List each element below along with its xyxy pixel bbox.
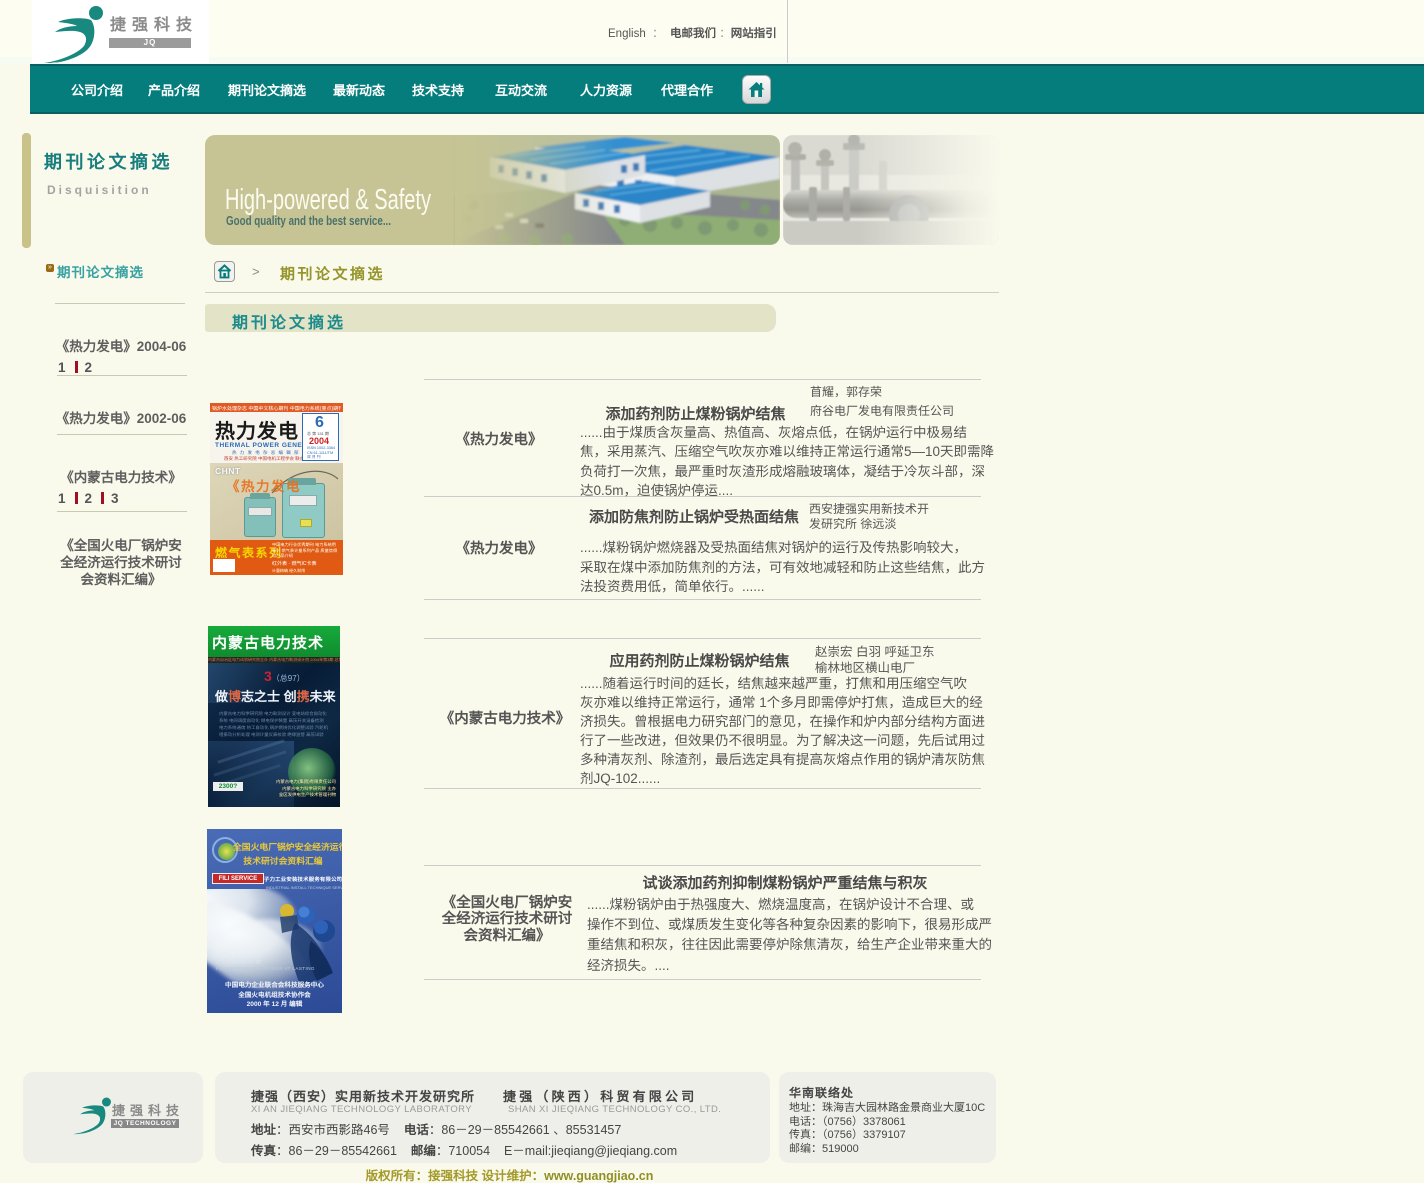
svg-text:Good quality and the best serv: Good quality and the best service... xyxy=(226,214,391,228)
svg-text:High-powered & Safety: High-powered & Safety xyxy=(225,184,431,216)
